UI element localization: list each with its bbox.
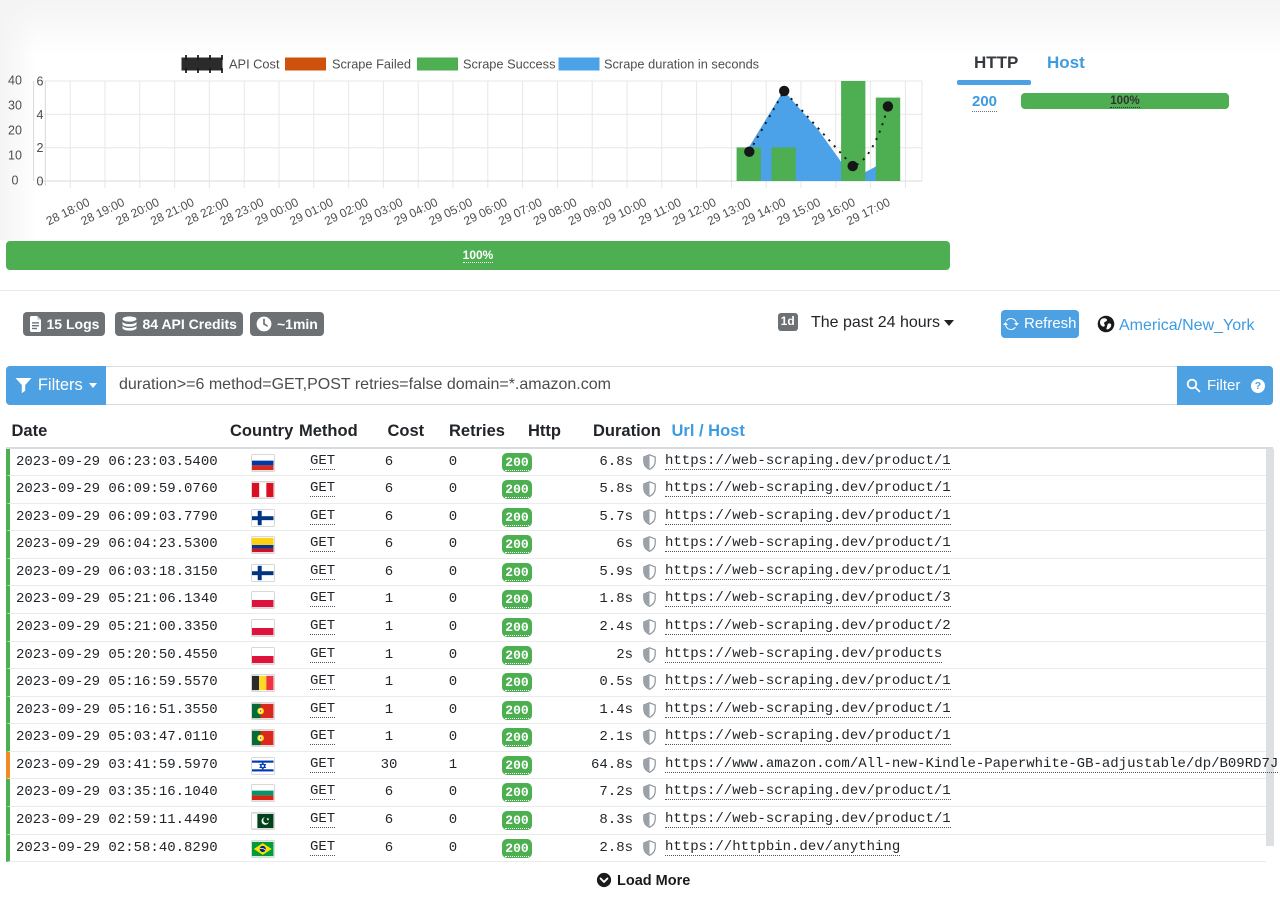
svg-text:6: 6 — [37, 75, 44, 89]
svg-text:10: 10 — [8, 149, 22, 163]
svg-text:Scrape Failed: Scrape Failed — [332, 57, 411, 72]
svg-text:30: 30 — [8, 99, 22, 113]
svg-text:20: 20 — [8, 124, 22, 138]
svg-text:Scrape duration in seconds: Scrape duration in seconds — [604, 57, 759, 72]
svg-text:4: 4 — [37, 108, 44, 122]
svg-text:API Cost: API Cost — [229, 57, 280, 72]
svg-text:Scrape Success: Scrape Success — [463, 57, 555, 72]
svg-text:2: 2 — [37, 141, 44, 155]
svg-text:40: 40 — [8, 74, 22, 88]
svg-text:0: 0 — [37, 175, 44, 189]
svg-text:0: 0 — [12, 174, 19, 188]
